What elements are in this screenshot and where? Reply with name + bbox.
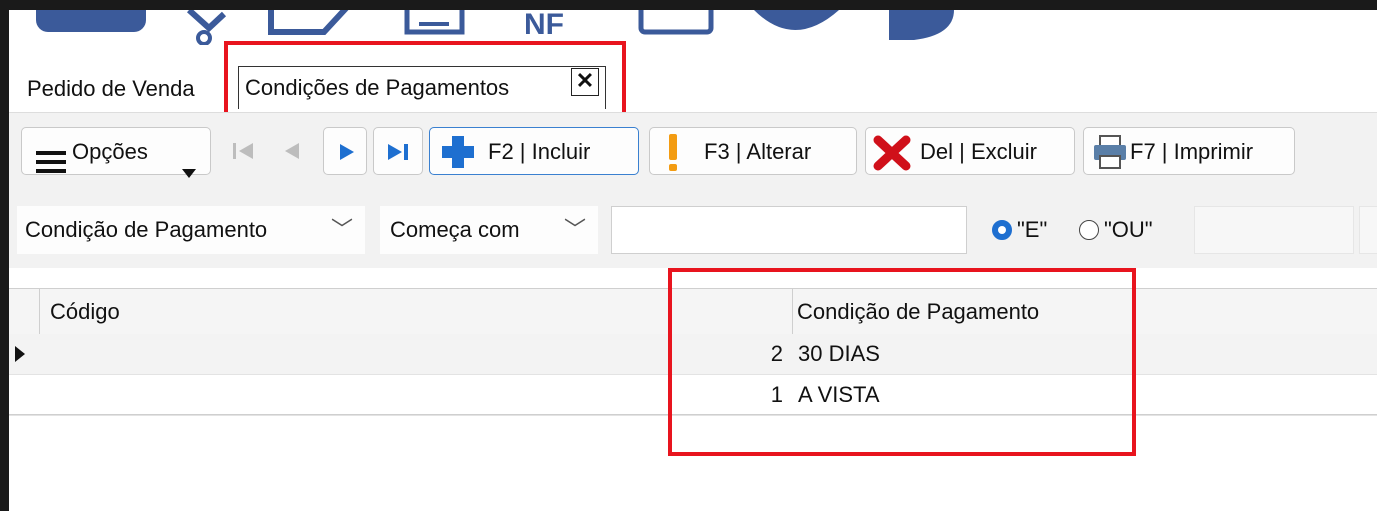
module-icon-4[interactable]	[404, 10, 465, 35]
first-record-button[interactable]	[223, 131, 263, 171]
last-icon	[388, 144, 408, 160]
print-label: F7 | Imprimir	[1130, 139, 1254, 164]
module-icon-2[interactable]	[186, 10, 227, 33]
radio-and[interactable]	[992, 220, 1012, 240]
plus-icon	[442, 136, 474, 168]
printer-icon	[1094, 135, 1126, 169]
edit-label: F3 | Alterar	[704, 139, 812, 164]
filter-tertiary-input[interactable]	[1359, 206, 1377, 254]
column-header-codigo[interactable]: Código	[50, 289, 120, 335]
prev-icon	[285, 143, 299, 159]
filter-operator-value: Começa com	[390, 217, 520, 242]
module-icon-8[interactable]	[889, 10, 954, 40]
filter-search-input[interactable]	[611, 206, 967, 254]
options-button[interactable]: Opções	[21, 127, 211, 178]
tab-pedido-de-venda[interactable]: Pedido de Venda	[27, 70, 195, 108]
chevron-down-icon: ﹀	[330, 217, 353, 242]
module-icon-3[interactable]	[268, 10, 349, 35]
filter-field-value: Condição de Pagamento	[25, 217, 268, 242]
module-icon-nf[interactable]: NF	[524, 10, 564, 41]
chevron-down-icon: ﹀	[563, 217, 586, 242]
radio-or-label: "OU"	[1104, 217, 1153, 242]
first-icon	[233, 143, 253, 159]
filter-operator-select[interactable]: Começa com ﹀	[380, 206, 598, 254]
delete-x-icon	[873, 135, 911, 171]
filter-bar: Condição de Pagamento ﹀ Começa com ﹀ "E"…	[9, 198, 1377, 268]
next-record-button[interactable]	[323, 127, 367, 175]
include-label: F2 | Incluir	[488, 139, 591, 164]
tab-bar: Pedido de Venda Condições de Pagamentos	[9, 60, 1377, 112]
last-record-button[interactable]	[373, 127, 423, 175]
module-icons: NF	[36, 10, 954, 45]
module-icon-7[interactable]	[754, 10, 839, 30]
include-button[interactable]: F2 | Incluir	[429, 127, 639, 175]
window-left-border	[0, 0, 9, 511]
window-top-border	[0, 0, 1377, 10]
dropdown-arrow-icon	[182, 148, 196, 196]
module-icon-bar: NF	[9, 10, 1377, 45]
module-icon-1[interactable]	[36, 10, 146, 32]
print-button[interactable]: F7 | Imprimir	[1083, 127, 1295, 175]
row-indicator-icon	[15, 346, 25, 362]
edit-button[interactable]: F3 | Alterar	[649, 127, 857, 175]
exclamation-icon	[669, 134, 677, 171]
radio-or[interactable]	[1079, 220, 1099, 240]
delete-button[interactable]: Del | Excluir	[865, 127, 1075, 175]
radio-and-label: "E"	[1017, 217, 1048, 242]
filter-field-select[interactable]: Condição de Pagamento ﹀	[17, 206, 365, 254]
prev-record-button[interactable]	[271, 131, 311, 171]
menu-icon	[36, 142, 66, 190]
toolbar: Opções F2 | Incluir F3 | Alterar Del | E…	[9, 112, 1377, 199]
highlight-box-grid	[668, 268, 1136, 456]
next-icon	[340, 144, 354, 160]
module-icon-6[interactable]	[638, 10, 714, 35]
options-label: Opções	[72, 139, 148, 164]
delete-label: Del | Excluir	[920, 139, 1037, 164]
filter-secondary-input[interactable]	[1194, 206, 1354, 254]
